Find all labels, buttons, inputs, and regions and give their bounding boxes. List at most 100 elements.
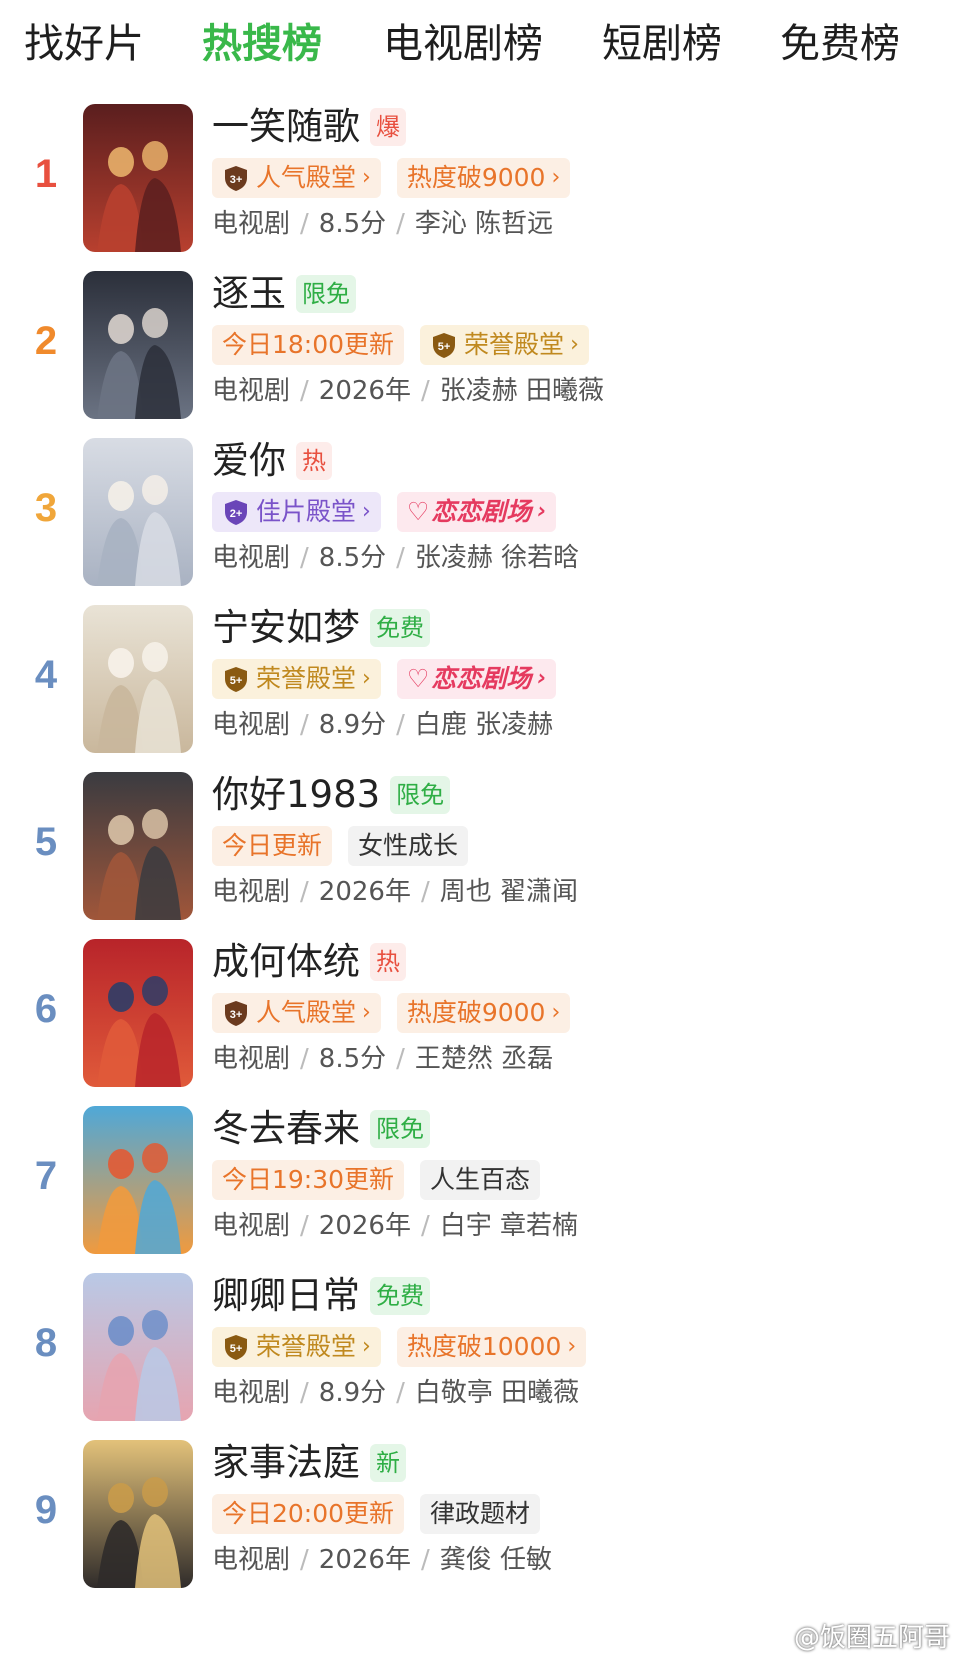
show-title[interactable]: 家事法庭 [212,1440,360,1486]
poster-image[interactable] [83,1106,193,1254]
info-tag[interactable]: 热度破9000 › [396,158,571,198]
genre-label: 电视剧 [212,1378,291,1408]
show-meta: 电视剧 / 2026年 / 白宇 章若楠 [212,1206,578,1246]
info-tag: 人生百态 [420,1160,541,1200]
tab-bar: 找好片 热搜榜 电视剧榜 短剧榜 免费榜 [0,0,960,90]
tab-short-drama[interactable]: 短剧榜 [602,14,722,74]
poster-image[interactable] [83,772,193,920]
theater-tag[interactable]: ♡ 恋恋剧场 › [396,659,557,699]
tag-label: 人生百态 [430,1165,531,1194]
heart-icon: ♡ [406,497,430,526]
shield-3-icon: 3+ [222,164,250,192]
tag-label: 热度破10000 [406,1332,562,1361]
poster-image[interactable] [83,1273,193,1421]
score-or-year: 8.9分 [318,710,387,740]
tag-label: 律政题材 [430,1499,531,1528]
tag-list: 2+ 佳片殿堂 › ♡ 恋恋剧场 › [212,490,572,534]
tag-label: 今日18:00更新 [222,330,395,359]
score-or-year: 2026年 [318,1545,411,1575]
separator: / [396,543,405,573]
title-line: 卿卿日常 免费 [212,1271,430,1321]
show-meta: 电视剧 / 8.9分 / 白鹿 张凌赫 [212,705,553,745]
svg-text:2+: 2+ [230,508,243,520]
shield-5-icon: 5+ [430,331,458,359]
poster-image[interactable] [83,939,193,1087]
ranking-row[interactable]: 4 宁安如梦 免费 5+ 荣誉殿堂 › ♡ 恋恋剧场 › 电视剧/8.9分 / 白鹿 张凌赫 [0,597,960,765]
cast-list: 龚俊 任敏 [439,1545,552,1575]
ranking-row[interactable]: 1 一笑随歌爆 3+ 人气殿堂 › 热度破9000 › 电视剧/8.5分 / 李沁 陈哲远 [0,96,960,264]
tag-label: 今日更新 [222,831,323,860]
poster-image[interactable] [83,104,193,252]
tag-label: 热度破9000 [406,998,546,1027]
poster-image[interactable] [83,605,193,753]
svg-text:3+: 3+ [230,174,243,186]
genre-label: 电视剧 [212,1211,291,1241]
shield-2-icon: 2+ [222,498,250,526]
show-title[interactable]: 冬去春来 [212,1106,360,1152]
tab-tv-series[interactable]: 电视剧榜 [383,14,543,74]
tag-label: 女性成长 [358,831,459,860]
show-title[interactable]: 一笑随歌 [212,104,360,150]
hall-of-fame-tag[interactable]: 2+ 佳片殿堂 › [212,492,381,532]
status-badge: 新 [370,1444,406,1482]
cast-list: 白宇 章若楠 [439,1211,578,1241]
tag-list: 3+ 人气殿堂 › 热度破9000 › [212,156,586,200]
tab-find-good-shows[interactable]: 找好片 [24,14,144,74]
chevron-right-icon: › [537,666,547,691]
title-line: 你好1983 限免 [212,770,451,820]
show-title[interactable]: 成何体统 [212,939,360,985]
weibo-watermark: @饭圈五阿哥 [758,1617,950,1654]
watermark-text: @饭圈五阿哥 [793,1623,950,1653]
hall-of-fame-tag[interactable]: 5+ 荣誉殿堂 › [212,659,381,699]
score-or-year: 8.9分 [318,1378,387,1408]
chevron-right-icon: › [567,1334,577,1359]
hall-of-fame-tag[interactable]: 3+ 人气殿堂 › [212,993,381,1033]
hall-of-fame-tag[interactable]: 3+ 人气殿堂 › [212,158,381,198]
separator: / [300,877,309,907]
separator: / [396,1378,405,1408]
poster-image[interactable] [83,438,193,586]
show-title[interactable]: 你好1983 [212,772,380,818]
ranking-row[interactable]: 8 卿卿日常 免费 5+ 荣誉殿堂 › 热度破10000 › 电视剧/8.9分 / 白敬亭 田曦薇 [0,1265,960,1433]
score-or-year: 2026年 [318,376,411,406]
info-tag: 今日19:30更新 [212,1160,405,1200]
tab-hot-search[interactable]: 热搜榜 [202,14,322,74]
hall-of-fame-tag[interactable]: 5+ 荣誉殿堂 › [212,1327,381,1367]
show-title[interactable]: 卿卿日常 [212,1273,360,1319]
show-title[interactable]: 宁安如梦 [212,605,360,651]
genre-label: 电视剧 [212,877,291,907]
status-badge: 限免 [390,776,451,814]
hall-of-fame-tag[interactable]: 5+ 荣誉殿堂 › [420,325,589,365]
separator: / [300,543,309,573]
show-meta: 电视剧 / 2026年 / 龚俊 任敏 [212,1540,552,1580]
ranking-row[interactable]: 6 成何体统热 3+ 人气殿堂 › 热度破9000 › 电视剧/8.5分 / 王楚然 丞磊 [0,931,960,1099]
ranking-row[interactable]: 7 冬去春来 限免 今日19:30更新 人生百态 电视剧 / 2026年 / 白宇 章若楠 [0,1098,960,1266]
rank-number: 8 [34,1321,58,1365]
status-badge: 热 [296,442,332,480]
show-title[interactable]: 逐玉 [212,271,286,317]
tab-free[interactable]: 免费榜 [780,14,900,74]
tag-label: 荣誉殿堂 [256,1332,357,1361]
score-or-year: 2026年 [318,877,411,907]
ranking-row[interactable]: 9 家事法庭新今日20:00更新 律政题材 电视剧 / 2026年 / 龚俊 任敏 [0,1432,960,1600]
cast-list: 王楚然 丞磊 [414,1044,554,1074]
rank-number: 6 [34,987,58,1031]
tag-label: 佳片殿堂 [256,497,357,526]
tag-list: 5+ 荣誉殿堂 › 热度破10000 › [212,1325,602,1369]
poster-image[interactable] [83,271,193,419]
info-tag[interactable]: 热度破10000 › [396,1327,587,1367]
show-title[interactable]: 爱你 [212,438,286,484]
info-tag[interactable]: 热度破9000 › [396,993,571,1033]
theater-tag[interactable]: ♡ 恋恋剧场 › [396,492,557,532]
ranking-row[interactable]: 3 爱你热 2+ 佳片殿堂 › ♡ 恋恋剧场 › 电视剧/8.5分 / 张凌赫 徐若晗 [0,430,960,598]
poster-image[interactable] [83,1440,193,1588]
ranking-row[interactable]: 5 你好1983 限免 今日更新 女性成长 电视剧 / 2026年 / 周也 翟潇闻 [0,764,960,932]
score-or-year: 8.5分 [318,209,387,239]
show-meta: 电视剧 / 2026年 / 张凌赫 田曦薇 [212,371,604,411]
ranking-row[interactable]: 2 逐玉 限免 今日18:00更新 5+ 荣誉殿堂 › 电视剧 / 2026年 / 张凌赫 田曦薇 [0,263,960,431]
tag-list: 今日18:00更新 5+ 荣誉殿堂 › [212,323,605,367]
chevron-right-icon: › [537,499,547,524]
genre-label: 电视剧 [212,209,291,239]
tag-list: 今日20:00更新 律政题材 [212,1492,556,1536]
chevron-right-icon: › [362,165,371,190]
